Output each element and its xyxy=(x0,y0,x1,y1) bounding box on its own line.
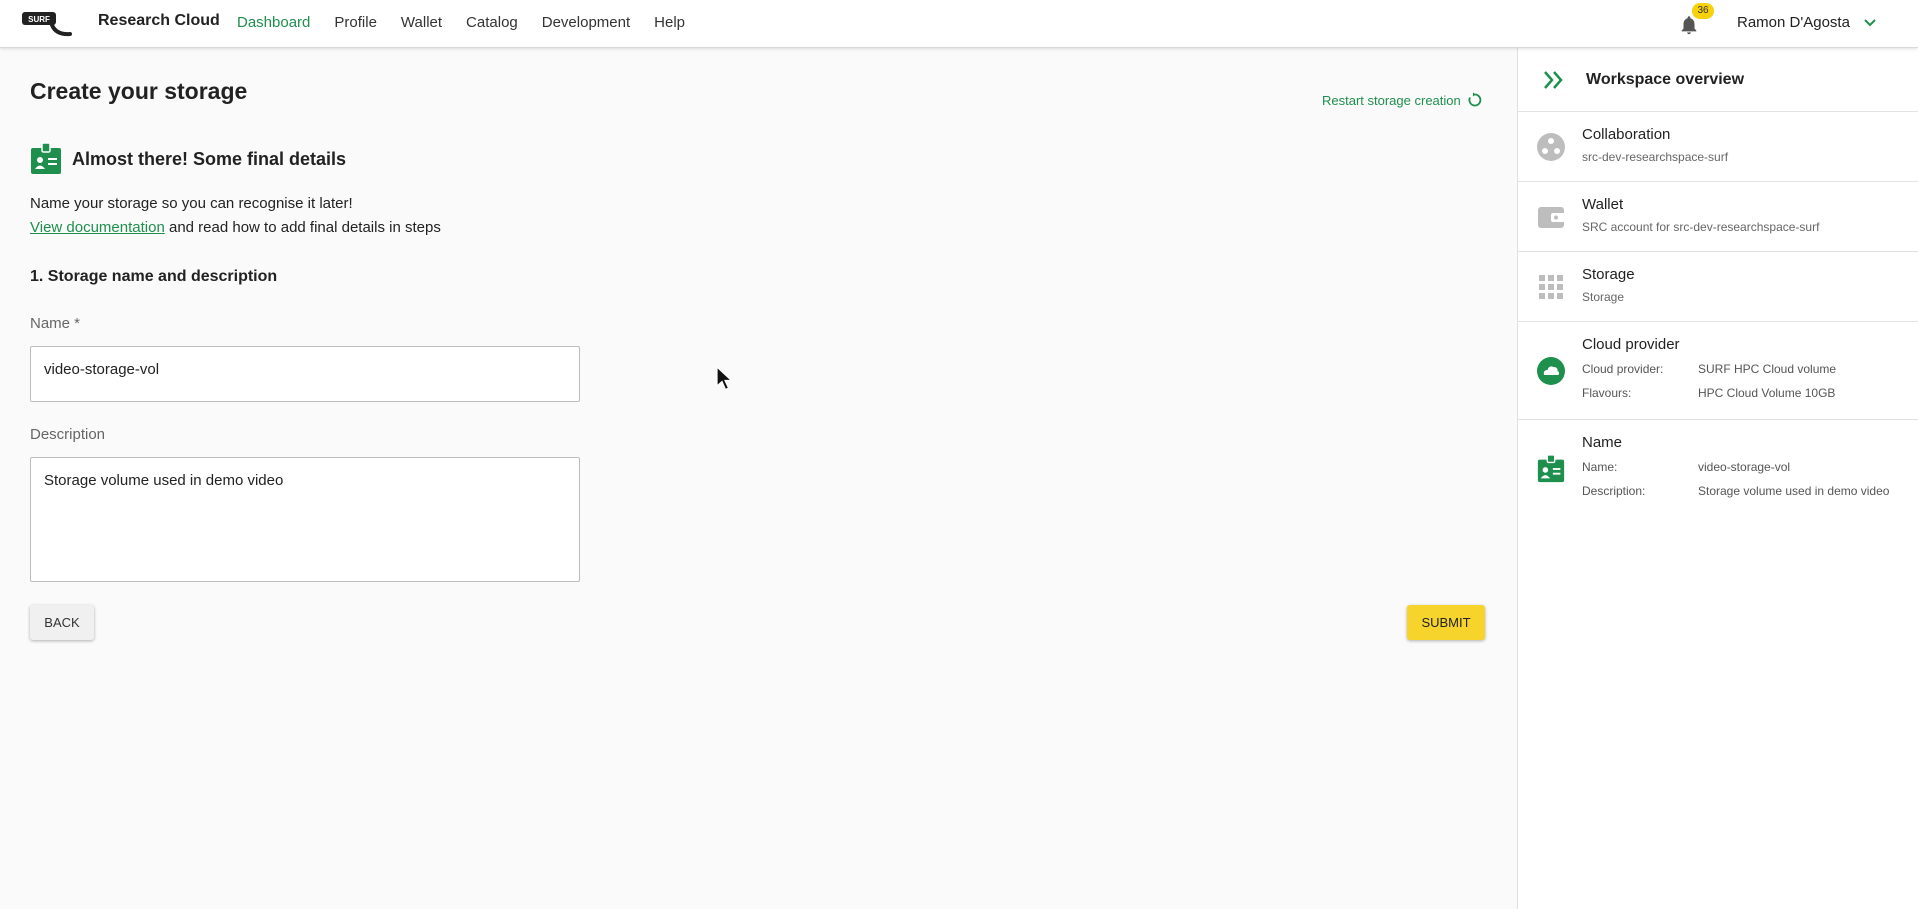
nav-dashboard[interactable]: Dashboard xyxy=(237,14,310,31)
description-key: Description: xyxy=(1582,484,1646,498)
nav-wallet[interactable]: Wallet xyxy=(401,14,442,31)
section-title: 1. Storage name and description xyxy=(30,268,278,285)
step-header: Almost there! Some final details xyxy=(30,142,346,176)
page-title: Create your storage xyxy=(30,78,248,104)
description-label: Description xyxy=(30,426,106,443)
step-title: Almost there! Some final details xyxy=(72,148,347,169)
cloud-provider-value: SURF HPC Cloud volume xyxy=(1698,362,1837,376)
chevron-down-icon[interactable] xyxy=(1862,16,1878,30)
restart-storage-link[interactable]: Restart storage creation xyxy=(1322,92,1483,108)
storage-title: Storage xyxy=(1582,266,1635,283)
intro-line-1: Name your storage so you can recognise i… xyxy=(30,195,353,212)
top-navigation: SURF Research Cloud Dashboard Profile Wa… xyxy=(0,0,1918,48)
nav-help[interactable]: Help xyxy=(654,14,685,31)
name-label: Name * xyxy=(30,315,81,332)
cloud-provider-row: Cloud provider: SURF HPC Cloud volume xyxy=(1582,357,1918,381)
mouse-cursor-icon xyxy=(716,366,734,391)
panel-title: Workspace overview xyxy=(1586,70,1745,88)
name-row: Name: video-storage-vol xyxy=(1582,455,1918,479)
double-chevron-right-icon[interactable] xyxy=(1542,69,1566,91)
description-value: Storage volume used in demo video xyxy=(1698,484,1890,498)
surf-logo[interactable]: SURF xyxy=(22,10,72,38)
nav-catalog[interactable]: Catalog xyxy=(466,14,518,31)
panel-header: Workspace overview xyxy=(1518,48,1918,112)
grid-icon xyxy=(1539,274,1563,299)
main-content: Create your storage Restart storage crea… xyxy=(0,48,1517,909)
notification-badge: 36 xyxy=(1692,3,1714,19)
description-row: Description: Storage volume used in demo … xyxy=(1582,479,1918,503)
flavours-value: HPC Cloud Volume 10GB xyxy=(1698,386,1836,400)
collaboration-value: src-dev-researchspace-surf xyxy=(1582,150,1729,164)
intro-line-2: View documentation and read how to add f… xyxy=(30,216,441,240)
wallet-title: Wallet xyxy=(1582,196,1624,213)
name-value: video-storage-vol xyxy=(1698,460,1791,474)
overview-name[interactable]: Name Name: video-storage-vol Description:… xyxy=(1518,420,1918,517)
submit-button[interactable]: SUBMIT xyxy=(1407,605,1485,640)
overview-wallet[interactable]: Wallet SRC account for src-dev-researchs… xyxy=(1518,182,1918,252)
description-textarea[interactable]: Storage volume used in demo video xyxy=(30,457,580,582)
overview-storage[interactable]: Storage Storage xyxy=(1518,252,1918,322)
nav-profile[interactable]: Profile xyxy=(334,14,377,31)
cloud-icon xyxy=(1537,356,1565,385)
nav-development[interactable]: Development xyxy=(542,14,630,31)
overview-cloud-provider[interactable]: Cloud provider Cloud provider: SURF HPC C… xyxy=(1518,322,1918,420)
intro-line-2-text: and read how to add final details in ste… xyxy=(164,219,441,236)
workspace-overview-panel: Workspace overview Collaboration src-dev… xyxy=(1517,48,1918,909)
back-button[interactable]: BACK xyxy=(30,605,94,640)
view-documentation-link[interactable]: View documentation xyxy=(30,219,165,236)
overview-collaboration[interactable]: Collaboration src-dev-researchspace-surf xyxy=(1518,112,1918,182)
svg-text:SURF: SURF xyxy=(28,15,50,24)
id-badge-icon xyxy=(1537,453,1565,482)
name-title: Name xyxy=(1582,434,1623,451)
user-name[interactable]: Ramon D'Agosta xyxy=(1737,14,1850,31)
flavours-key: Flavours: xyxy=(1582,386,1632,400)
storage-value: Storage xyxy=(1582,290,1625,304)
name-input[interactable]: video-storage-vol xyxy=(30,346,580,402)
collaboration-icon xyxy=(1537,132,1565,161)
restart-label: Restart storage creation xyxy=(1322,92,1461,108)
main-nav: Dashboard Profile Wallet Catalog Develop… xyxy=(237,14,685,31)
id-badge-icon xyxy=(31,142,61,174)
cloud-provider-key: Cloud provider: xyxy=(1582,362,1664,376)
wallet-value: SRC account for src-dev-researchspace-su… xyxy=(1582,220,1820,234)
flavours-row: Flavours: HPC Cloud Volume 10GB xyxy=(1582,381,1918,405)
brand-title[interactable]: Research Cloud xyxy=(98,12,220,30)
wallet-icon xyxy=(1538,206,1565,228)
intro-text: Name your storage so you can recognise i… xyxy=(30,192,441,240)
refresh-icon xyxy=(1468,92,1481,107)
cloud-provider-title: Cloud provider xyxy=(1582,336,1680,353)
collaboration-title: Collaboration xyxy=(1582,126,1671,143)
name-key: Name: xyxy=(1582,460,1618,474)
